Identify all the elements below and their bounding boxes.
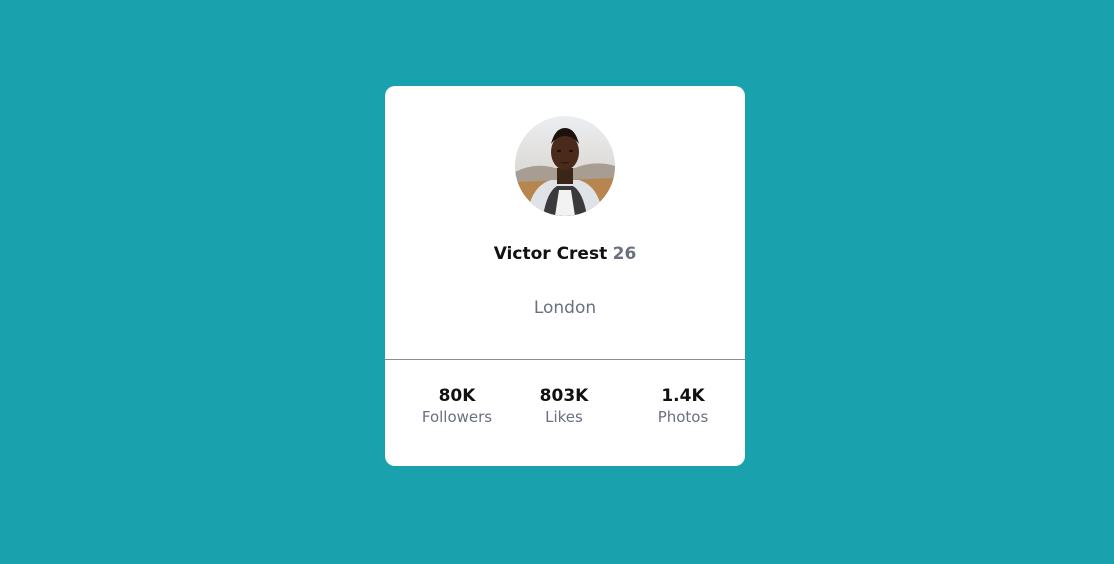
stat-value: 1.4K — [661, 386, 705, 406]
stat-photos: 1.4K Photos — [628, 386, 738, 427]
stat-value: 80K — [438, 386, 476, 406]
profile-heading: Victor Crest 26 — [385, 243, 745, 265]
stat-label: Likes — [545, 408, 583, 426]
profile-name: Victor Crest — [493, 244, 608, 264]
profile-age: 26 — [612, 244, 637, 264]
stat-value: 803K — [539, 386, 589, 406]
avatar — [515, 116, 615, 216]
profile-location: London — [533, 298, 597, 318]
divider — [385, 359, 745, 360]
stat-likes: 803K Likes — [509, 386, 619, 427]
profile-card: Victor Crest 26 London 80K Followers 803… — [385, 86, 745, 466]
stat-label: Followers — [421, 408, 493, 426]
stat-followers: 80K Followers — [402, 386, 512, 427]
avatar-photo — [515, 116, 615, 216]
stat-label: Photos — [657, 408, 709, 426]
